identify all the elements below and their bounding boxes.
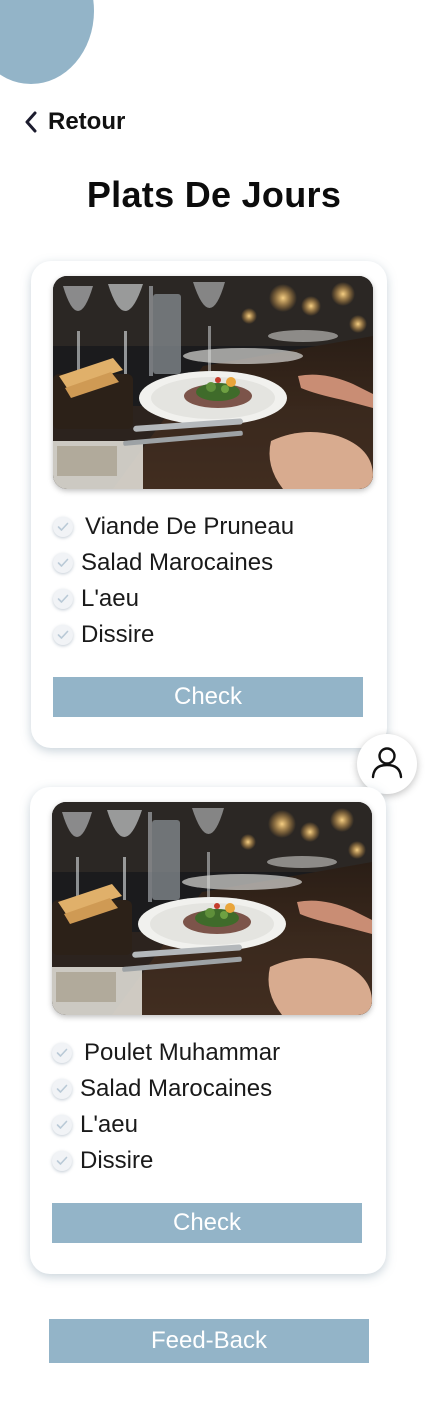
menu-item: Salad Marocaines <box>52 1071 280 1107</box>
menu-items-list: Viande De Pruneau Salad Marocaines L'aeu… <box>53 509 294 653</box>
feedback-button[interactable]: Feed-Back <box>49 1319 369 1363</box>
menu-item: L'aeu <box>52 1107 280 1143</box>
check-circle-icon <box>53 517 73 537</box>
dish-card: Viande De Pruneau Salad Marocaines L'aeu… <box>31 261 387 748</box>
chevron-left-icon <box>24 110 38 134</box>
check-circle-icon <box>52 1151 72 1171</box>
menu-item: Salad Marocaines <box>53 545 294 581</box>
menu-item-label: Dissire <box>80 1147 154 1174</box>
user-icon <box>369 744 405 785</box>
menu-item: Viande De Pruneau <box>53 509 294 545</box>
check-circle-icon <box>53 589 73 609</box>
menu-item: Dissire <box>53 617 294 653</box>
back-label: Retour <box>48 108 126 135</box>
check-circle-icon <box>53 625 73 645</box>
dish-photo <box>53 276 373 489</box>
profile-button[interactable] <box>357 734 417 794</box>
check-button[interactable]: Check <box>53 677 363 717</box>
menu-item-label: L'aeu <box>81 585 139 612</box>
dish-photo <box>52 802 372 1015</box>
menu-item-label: Salad Marocaines <box>80 1075 273 1102</box>
check-circle-icon <box>52 1079 72 1099</box>
menu-item-label: Dissire <box>81 621 155 648</box>
menu-item-label: Viande De Pruneau <box>85 513 295 540</box>
decorative-corner-circle <box>0 0 94 84</box>
menu-item-label: Salad Marocaines <box>81 549 274 576</box>
dish-card: Poulet Muhammar Salad Marocaines L'aeu D… <box>30 787 386 1274</box>
check-circle-icon <box>52 1043 72 1063</box>
menu-items-list: Poulet Muhammar Salad Marocaines L'aeu D… <box>52 1035 280 1179</box>
back-button[interactable]: Retour <box>24 108 125 136</box>
menu-item: Dissire <box>52 1143 280 1179</box>
app-screen: Retour Plats De Jours Viande De Pruneau … <box>0 0 428 1426</box>
menu-item-label: Poulet Muhammar <box>84 1039 281 1066</box>
menu-item-label: L'aeu <box>80 1111 138 1138</box>
check-circle-icon <box>53 553 73 573</box>
menu-item: Poulet Muhammar <box>52 1035 280 1071</box>
check-button[interactable]: Check <box>52 1203 362 1243</box>
check-circle-icon <box>52 1115 72 1135</box>
page-title: Plats De Jours <box>86 174 342 215</box>
menu-item: L'aeu <box>53 581 294 617</box>
